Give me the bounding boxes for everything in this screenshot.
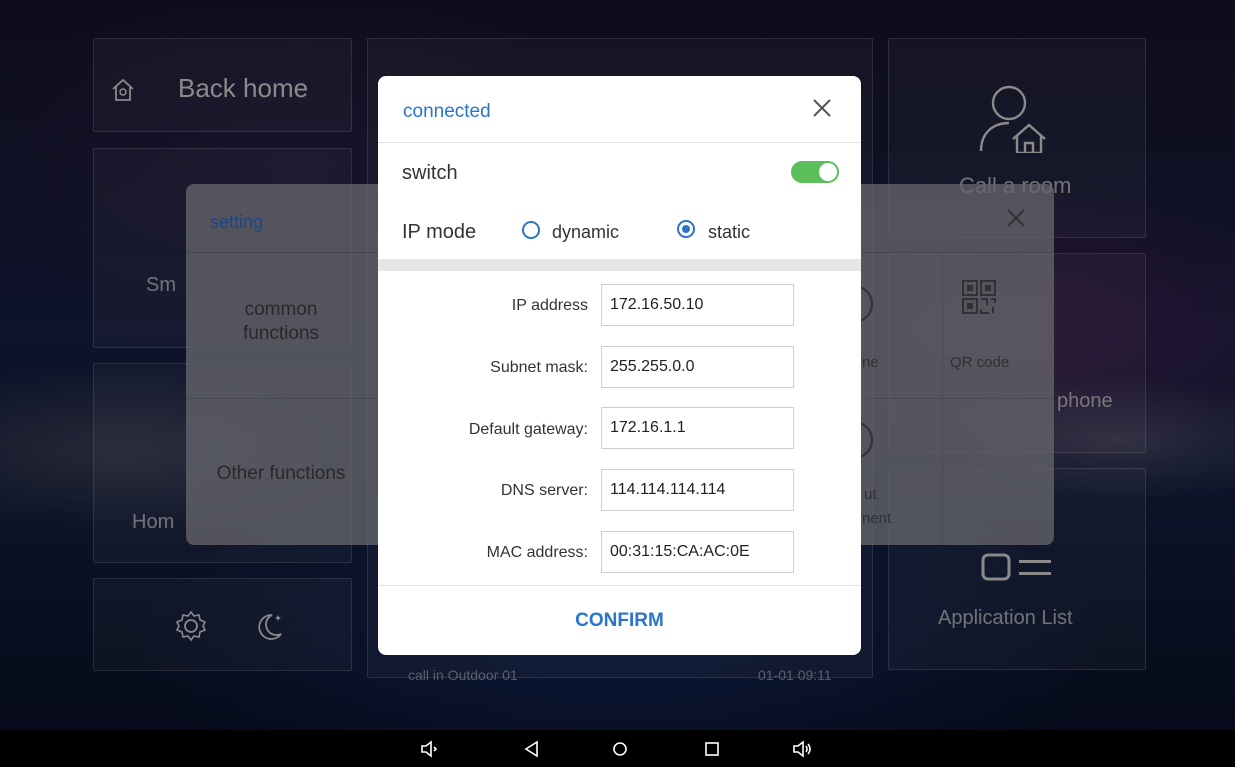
switch-toggle-knob <box>819 163 837 181</box>
dns-server-label: DNS server: <box>500 482 588 499</box>
mac-address-field[interactable] <box>601 531 794 573</box>
back-icon[interactable] <box>522 739 542 759</box>
dynamic-radio[interactable] <box>522 221 540 239</box>
close-icon[interactable] <box>808 94 836 122</box>
recents-icon[interactable] <box>702 739 722 759</box>
subnet-mask-label: Subnet mask: <box>490 359 588 376</box>
dialog-title: connected <box>403 101 491 122</box>
subnet-mask-field[interactable] <box>601 346 794 388</box>
confirm-button[interactable]: CONFIRM <box>378 586 861 655</box>
static-radio-label[interactable]: static <box>708 222 750 243</box>
home-button-icon[interactable] <box>610 739 630 759</box>
ip-address-field[interactable] <box>601 284 794 326</box>
mac-address-label: MAC address: <box>486 544 588 561</box>
navigation-bar <box>0 730 1235 767</box>
default-gateway-field[interactable] <box>601 407 794 449</box>
dynamic-radio-label[interactable]: dynamic <box>552 222 619 243</box>
section-separator <box>378 259 861 271</box>
volume-down-icon[interactable] <box>420 739 440 759</box>
title-divider <box>378 142 861 143</box>
network-dialog: connected switch IP mode dynamic static … <box>378 76 861 655</box>
static-radio[interactable] <box>677 220 695 238</box>
switch-toggle[interactable] <box>791 161 839 183</box>
ip-address-label: IP address <box>511 297 588 314</box>
dns-server-field[interactable] <box>601 469 794 511</box>
ip-mode-label: IP mode <box>402 221 477 243</box>
volume-up-icon[interactable] <box>793 739 813 759</box>
switch-label: switch <box>402 162 458 184</box>
default-gateway-label: Default gateway: <box>468 421 588 438</box>
